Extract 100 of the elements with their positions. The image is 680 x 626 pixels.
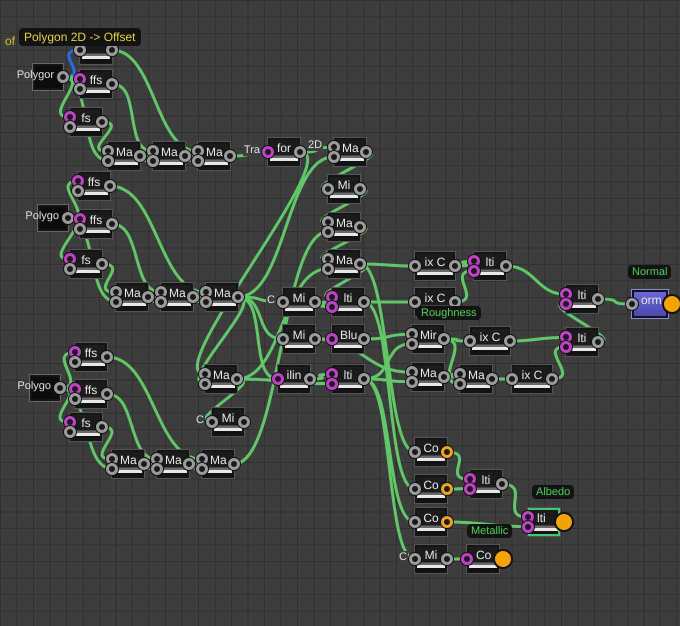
input-port[interactable]	[192, 154, 204, 167]
output-port[interactable]	[304, 373, 316, 385]
input-port[interactable]	[147, 145, 159, 158]
output-port[interactable]	[360, 146, 372, 158]
input-port[interactable]	[196, 453, 208, 466]
output-port[interactable]	[228, 458, 240, 470]
output-port[interactable]	[309, 333, 321, 345]
input-port[interactable]	[409, 296, 421, 308]
input-port[interactable]	[406, 338, 418, 350]
input-port[interactable]	[69, 346, 81, 358]
output-port[interactable]	[138, 458, 150, 470]
output-port[interactable]	[134, 150, 146, 162]
output-port[interactable]	[358, 296, 370, 308]
input-port[interactable]	[406, 328, 418, 340]
output-port[interactable]	[438, 371, 450, 383]
input-port[interactable]	[200, 296, 212, 308]
input-port[interactable]	[74, 222, 86, 235]
input-port[interactable]	[64, 262, 76, 275]
input-port[interactable]	[199, 368, 211, 380]
input-port[interactable]	[155, 296, 167, 308]
input-port[interactable]	[409, 516, 421, 528]
input-port[interactable]	[326, 333, 338, 345]
input-port[interactable]	[74, 213, 86, 226]
input-port[interactable]	[326, 300, 338, 313]
graph-node[interactable]: ix C	[470, 327, 510, 355]
output-port[interactable]	[441, 553, 453, 565]
input-port[interactable]	[72, 175, 84, 188]
graph-node[interactable]: ix C	[512, 365, 552, 393]
output-port[interactable]	[546, 373, 558, 385]
input-port[interactable]	[409, 446, 421, 458]
input-port[interactable]	[72, 184, 84, 197]
input-port[interactable]	[322, 183, 334, 195]
input-port[interactable]	[406, 366, 418, 378]
output-port[interactable]	[238, 416, 250, 428]
input-port[interactable]	[522, 520, 534, 533]
input-port[interactable]	[106, 462, 118, 475]
output-port[interactable]	[504, 335, 516, 347]
input-port[interactable]	[64, 416, 76, 428]
input-port[interactable]	[199, 378, 211, 390]
input-port[interactable]	[468, 264, 480, 277]
input-port[interactable]	[192, 145, 204, 158]
input-port[interactable]	[468, 255, 480, 268]
output-port[interactable]	[441, 483, 453, 495]
output-port[interactable]	[187, 291, 199, 303]
input-port[interactable]	[560, 288, 572, 300]
output-port[interactable]	[96, 258, 108, 270]
output-port[interactable]	[106, 218, 118, 230]
input-port[interactable]	[322, 216, 334, 228]
output-port[interactable]	[101, 388, 113, 400]
input-port[interactable]	[64, 253, 76, 266]
output-port[interactable]	[592, 293, 604, 305]
output-port[interactable]	[496, 478, 508, 490]
input-port[interactable]	[626, 298, 638, 310]
input-port[interactable]	[464, 473, 476, 486]
output-port[interactable]	[294, 146, 306, 158]
output-port[interactable]	[500, 260, 512, 272]
input-port[interactable]	[464, 482, 476, 495]
input-port[interactable]	[454, 368, 466, 380]
input-port[interactable]	[409, 483, 421, 495]
input-port[interactable]	[206, 416, 218, 428]
output-port[interactable]	[224, 150, 236, 162]
output-port[interactable]	[96, 421, 108, 433]
input-port[interactable]	[262, 146, 274, 158]
output-port[interactable]	[592, 336, 604, 348]
input-port[interactable]	[74, 73, 86, 86]
input-port[interactable]	[409, 553, 421, 565]
output-port[interactable]	[449, 260, 461, 272]
output-dot[interactable]	[556, 514, 572, 530]
input-port[interactable]	[155, 286, 167, 298]
output-port[interactable]	[62, 212, 74, 224]
output-port[interactable]	[358, 333, 370, 345]
input-port[interactable]	[454, 378, 466, 390]
input-port[interactable]	[522, 511, 534, 524]
input-port[interactable]	[151, 453, 163, 466]
output-port[interactable]	[231, 373, 243, 385]
output-port[interactable]	[354, 221, 366, 233]
input-port[interactable]	[69, 392, 81, 405]
input-port[interactable]	[196, 462, 208, 475]
output-port[interactable]	[354, 183, 366, 195]
output-port[interactable]	[96, 116, 108, 128]
input-port[interactable]	[102, 145, 114, 158]
input-port[interactable]	[560, 340, 572, 353]
output-dot[interactable]	[495, 551, 511, 567]
output-port[interactable]	[358, 373, 370, 385]
input-port[interactable]	[69, 356, 81, 368]
input-port[interactable]	[560, 298, 572, 310]
input-port[interactable]	[406, 376, 418, 388]
input-port[interactable]	[272, 373, 284, 385]
input-port[interactable]	[200, 286, 212, 298]
graph-node[interactable]: ix C	[415, 252, 455, 280]
input-port[interactable]	[326, 378, 338, 390]
input-port[interactable]	[110, 296, 122, 308]
output-port[interactable]	[232, 291, 244, 303]
output-port[interactable]	[101, 351, 113, 363]
output-port[interactable]	[104, 180, 116, 192]
input-port[interactable]	[64, 111, 76, 124]
input-port[interactable]	[409, 260, 421, 272]
input-port[interactable]	[506, 373, 518, 385]
input-port[interactable]	[322, 226, 334, 238]
input-port[interactable]	[110, 286, 122, 298]
